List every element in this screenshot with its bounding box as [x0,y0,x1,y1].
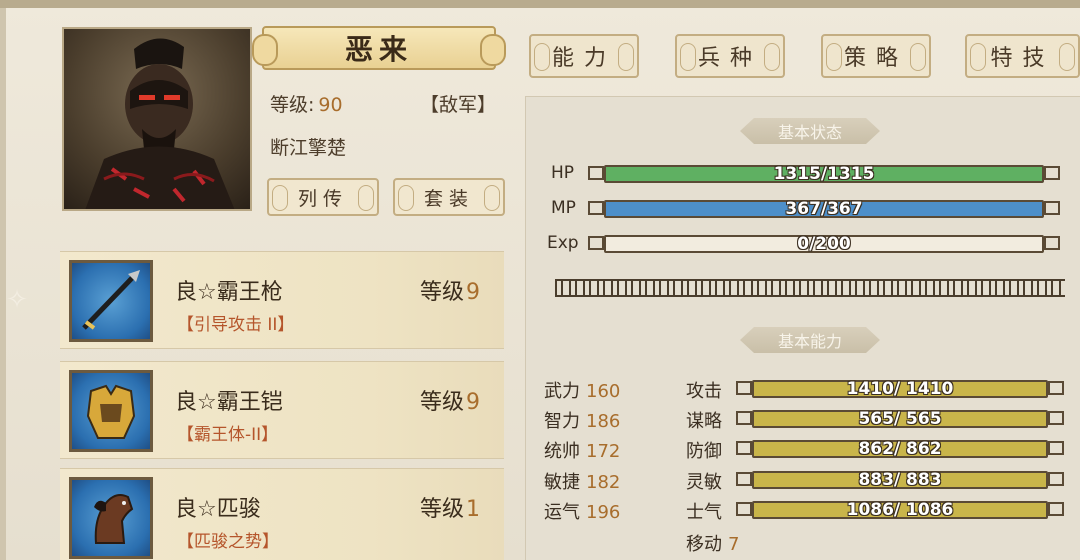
equipment-level: 等级1 [420,491,480,523]
stat-value: 196 [586,502,621,523]
defense-bar: 862/ 862 [752,439,1048,459]
hp-value: 1315/1315 [773,164,875,184]
name-plaque: 恶来 [252,26,506,70]
bar-cap-left [588,201,604,215]
strategy-label: 谋略 [686,411,722,432]
stat-value: 172 [586,441,621,462]
equipment-level: 等级9 [420,274,480,306]
movement-stat: 移动 7 [686,530,739,556]
exp-value: 0/200 [797,234,851,254]
equipment-level-value: 9 [466,390,480,415]
stat-name: 统帅 [544,441,580,462]
strategy-value: 565/ 565 [858,409,942,429]
bar-cap-right [1048,472,1064,486]
bar-cap-left [736,502,752,516]
stat-luck: 运气 196 [544,498,620,524]
mp-value: 367/367 [785,199,863,219]
hp-bar: 1315/1315 [604,164,1044,184]
hp-label: HP [551,163,575,183]
morale-bar: 1086/ 1086 [752,500,1048,520]
tab-special-skill[interactable]: 特技 [965,34,1080,78]
bar-cap-right [1048,381,1064,395]
equipment-item-mount[interactable]: 良☆匹骏 【匹骏之势】 等级1 [60,468,504,560]
exp-bar: 0/200 [604,234,1044,254]
mp-label: MP [551,198,576,218]
bar-cap-right [1048,502,1064,516]
warrior-portrait-icon [85,38,235,209]
agility-label: 灵敏 [686,472,722,493]
bar-cap-right [1044,201,1060,215]
bar-cap-right [1044,166,1060,180]
basic-ability-header: 基本能力 [740,327,880,353]
stat-strength: 武力 160 [544,377,620,403]
bar-cap-left [588,166,604,180]
bar-cap-right [1048,441,1064,455]
equipment-level-label: 等级 [419,497,464,522]
tab-ability[interactable]: 能力 [529,34,639,78]
mp-bar: 367/367 [604,199,1044,219]
equipment-level-value: 1 [466,497,480,522]
exp-label: Exp [547,233,579,253]
defense-label: 防御 [686,441,722,462]
decorative-divider [555,279,1065,297]
equipment-item-armor[interactable]: 良☆霸王铠 【霸王体-II】 等级9 [60,361,504,459]
bar-cap-left [588,236,604,250]
equipment-level-value: 9 [466,280,480,305]
tab-troop[interactable]: 兵种 [675,34,785,78]
bar-cap-right [1048,411,1064,425]
equipment-skill: 【引导攻击 II】 [177,315,295,335]
faction-badge: 【敌军】 [420,94,497,116]
level-value: 90 [318,94,343,116]
equipment-level-label: 等级 [419,390,464,415]
agility-value: 883/ 883 [858,470,942,490]
basic-status-header: 基本状态 [740,118,880,144]
stat-name: 敏捷 [544,472,580,493]
stat-intelligence: 智力 186 [544,407,620,433]
side-ornament-icon: ✧ [6,285,28,315]
stat-agility: 敏捷 182 [544,468,620,494]
defense-value: 862/ 862 [858,439,942,459]
attack-label: 攻击 [686,381,722,402]
biography-button[interactable]: 列传 [267,178,379,216]
character-portrait [62,27,252,211]
spear-icon [69,260,153,342]
level-label: 等级: [270,94,315,116]
bar-cap-left [736,472,752,486]
bar-cap-left [736,381,752,395]
equipment-set-button[interactable]: 套装 [393,178,505,216]
strategy-bar: 565/ 565 [752,409,1048,429]
equipment-skill: 【匹骏之势】 [177,532,279,552]
equipment-level: 等级9 [420,384,480,416]
stat-name: 运气 [544,502,580,523]
stat-name: 智力 [544,411,580,432]
morale-label: 士气 [686,502,722,523]
armor-icon [69,370,153,452]
bar-cap-right [1044,236,1060,250]
stat-name: 武力 [544,381,580,402]
horse-icon [69,477,153,559]
equipment-name: 良☆匹骏 [175,497,261,522]
morale-value: 1086/ 1086 [846,500,954,520]
equipment-skill: 【霸王体-II】 [177,425,279,445]
agility-bar: 883/ 883 [752,470,1048,490]
stat-value: 186 [586,411,621,432]
movement-value: 7 [728,534,740,555]
equipment-name: 良☆霸王枪 [175,280,283,305]
stat-command: 统帅 172 [544,437,620,463]
stat-value: 182 [586,472,621,493]
equipment-name: 良☆霸王铠 [175,390,283,415]
equipment-level-label: 等级 [419,280,464,305]
bar-cap-left [736,411,752,425]
bar-cap-left [736,441,752,455]
attack-value: 1410/ 1410 [846,379,954,399]
character-title: 断江擎楚 [270,137,347,159]
character-name: 恶来 [344,33,413,66]
character-level: 等级: 90 [270,90,343,117]
attack-bar: 1410/ 1410 [752,379,1048,399]
stat-value: 160 [586,381,621,402]
equipment-item-weapon[interactable]: 良☆霸王枪 【引导攻击 II】 等级9 [60,251,504,349]
tab-strategy[interactable]: 策略 [821,34,931,78]
top-border [0,0,1080,8]
movement-label: 移动 [686,534,722,555]
